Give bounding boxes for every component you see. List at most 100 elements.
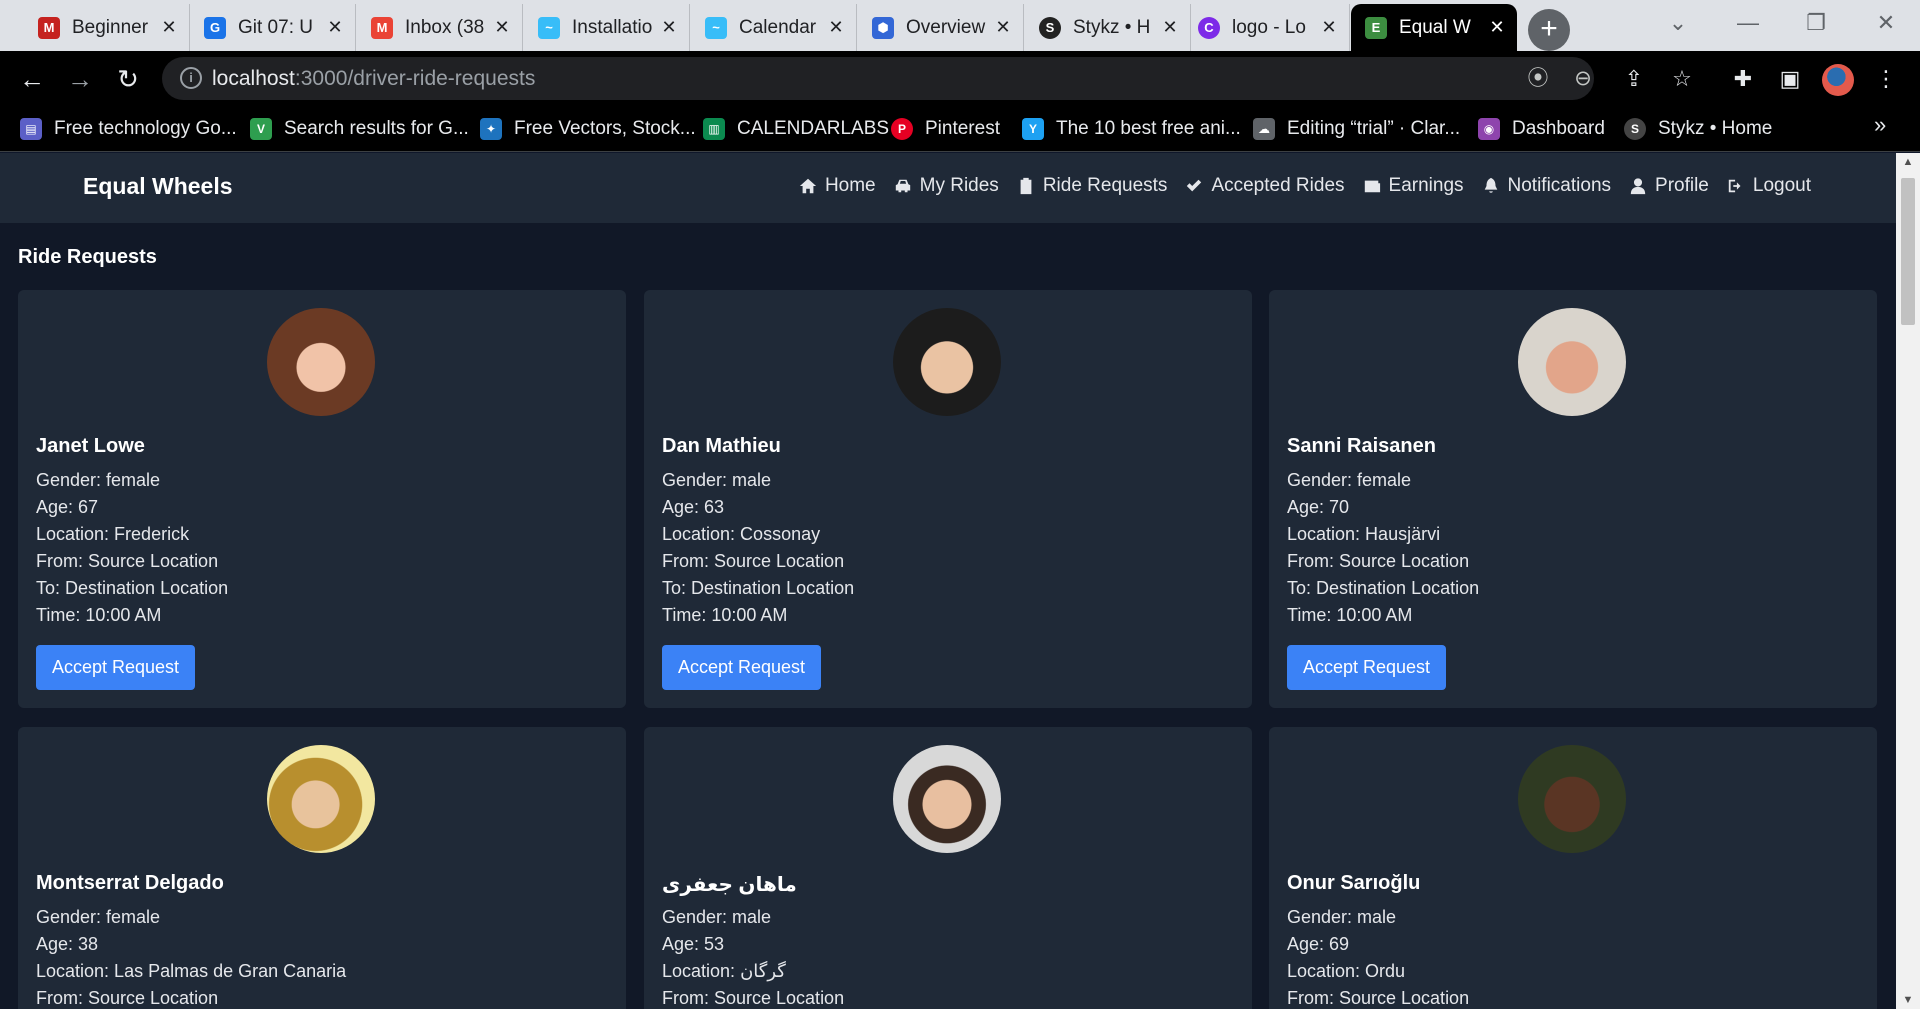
ride-request-card: Janet Lowe Gender: female Age: 67 Locati…: [18, 290, 626, 708]
browser-tab[interactable]: G Git 07: U ✕: [190, 4, 356, 51]
scrollbar-thumb[interactable]: [1901, 178, 1915, 325]
rider-location: Location: Hausjärvi: [1287, 524, 1441, 544]
share-icon[interactable]: ⇪: [1618, 63, 1650, 95]
nav-logout[interactable]: Logout: [1727, 175, 1811, 197]
rider-age: Age: 70: [1287, 497, 1350, 517]
zoom-icon[interactable]: ⊖: [1569, 65, 1597, 93]
clipboard-icon: [1017, 177, 1035, 195]
bookmark-item[interactable]: P Pinterest: [891, 115, 1000, 143]
location-pin-icon[interactable]: ⦿: [1524, 65, 1552, 93]
rider-name: Janet Lowe: [36, 435, 145, 457]
nav-profile[interactable]: Profile: [1629, 175, 1709, 197]
side-panel-icon[interactable]: ▣: [1774, 63, 1806, 95]
browser-tab[interactable]: ⬢ Overview ✕: [858, 4, 1024, 51]
nav-label: Earnings: [1388, 175, 1464, 196]
rider-age: Age: 69: [1287, 934, 1350, 954]
browser-tab[interactable]: ~ Calendar ✕: [691, 4, 857, 51]
vertical-scrollbar[interactable]: ▲ ▼: [1896, 153, 1920, 1009]
rider-location: Location: Ordu: [1287, 961, 1406, 981]
profile-avatar[interactable]: [1822, 64, 1854, 96]
bookmark-item[interactable]: ◉ Dashboard: [1478, 115, 1605, 143]
ride-from: From: Source Location: [662, 551, 845, 571]
nav-home[interactable]: Home: [799, 175, 876, 197]
ride-request-card: Montserrat Delgado Gender: female Age: 3…: [18, 727, 626, 1009]
browser-tab[interactable]: S Stykz • H ✕: [1025, 4, 1191, 51]
extensions-icon[interactable]: ✚: [1727, 63, 1759, 95]
cloud-icon: ☁: [1253, 118, 1275, 140]
ride-from: From: Source Location: [662, 988, 845, 1008]
restore-icon[interactable]: ❐: [1796, 8, 1836, 38]
browser-tab[interactable]: C logo - Lo ✕: [1184, 4, 1350, 51]
tab-title: Installatio: [572, 16, 653, 38]
forward-arrow-icon[interactable]: →: [62, 62, 98, 96]
accept-request-button[interactable]: Accept Request: [662, 645, 821, 690]
ride-from: From: Source Location: [1287, 988, 1470, 1008]
scroll-up-arrow-icon[interactable]: ▲: [1896, 153, 1920, 171]
bookmark-star-icon[interactable]: ☆: [1666, 63, 1698, 95]
bookmarks-overflow-icon[interactable]: »: [1874, 112, 1898, 138]
ride-request-card: Onur Sarıoğlu Gender: male Age: 69 Locat…: [1269, 727, 1877, 1009]
nav-notifications[interactable]: Notifications: [1482, 175, 1612, 197]
url-text[interactable]: localhost:3000/driver-ride-requests: [212, 67, 535, 91]
brand-logo-text[interactable]: Equal Wheels: [83, 173, 233, 200]
minimize-icon[interactable]: —: [1728, 8, 1768, 38]
nav-label: Notifications: [1507, 175, 1612, 196]
close-icon[interactable]: ✕: [492, 17, 512, 38]
reload-icon[interactable]: ↻: [110, 62, 146, 96]
close-icon[interactable]: ✕: [659, 17, 679, 38]
ride-time: Time: 10:00 AM: [36, 605, 162, 625]
info-icon[interactable]: i: [180, 67, 202, 89]
bookmark-item[interactable]: ✦ Free Vectors, Stock...: [480, 115, 696, 143]
rider-name: Sanni Raisanen: [1287, 435, 1436, 457]
accept-request-button[interactable]: Accept Request: [36, 645, 195, 690]
accept-request-button[interactable]: Accept Request: [1287, 645, 1446, 690]
tab-title: Calendar: [739, 16, 817, 38]
close-icon[interactable]: ✕: [1487, 17, 1507, 38]
app-icon: E: [1365, 16, 1387, 39]
nav-ride-requests[interactable]: Ride Requests: [1017, 175, 1167, 197]
bookmark-item[interactable]: ▥ CALENDARLABS: [703, 115, 889, 143]
nav-accepted-rides[interactable]: Accepted Rides: [1185, 175, 1345, 197]
menu-kebab-icon[interactable]: ⋮: [1870, 63, 1902, 95]
close-icon[interactable]: ✕: [826, 17, 846, 38]
close-icon[interactable]: ✕: [1319, 17, 1339, 38]
nav-my-rides[interactable]: My Rides: [894, 175, 999, 197]
tab-title: Inbox (38: [405, 16, 485, 38]
nav-earnings[interactable]: Earnings: [1363, 175, 1464, 197]
close-icon[interactable]: ✕: [1160, 17, 1180, 38]
close-icon[interactable]: ✕: [159, 17, 179, 38]
ride-request-card: ماهان جعفری Gender: male Age: 53 Locatio…: [644, 727, 1252, 1009]
bookmark-item[interactable]: ☁ Editing “trial” · Clar...: [1253, 115, 1460, 143]
close-icon[interactable]: ✕: [325, 17, 345, 38]
address-bar[interactable]: i localhost:3000/driver-ride-requests ⦿ …: [162, 57, 1594, 100]
rider-location: Location: Las Palmas de Gran Canaria: [36, 961, 347, 981]
tab-title: logo - Lo: [1232, 16, 1306, 38]
bookmark-label: CALENDARLABS: [737, 118, 890, 139]
bookmark-item[interactable]: V Search results for G...: [250, 115, 469, 143]
browser-tab[interactable]: M Beginner ✕: [24, 4, 190, 51]
tailwind-icon: ~: [538, 16, 560, 39]
ride-from: From: Source Location: [36, 551, 219, 571]
bookmark-favicon-icon: ▥: [703, 118, 725, 140]
nav-label: Home: [824, 175, 876, 196]
bookmark-item[interactable]: S Stykz • Home: [1624, 115, 1772, 143]
scroll-down-arrow-icon[interactable]: ▼: [1896, 991, 1920, 1009]
browser-tab[interactable]: ~ Installatio ✕: [524, 4, 690, 51]
browser-tab-active[interactable]: E Equal W ✕: [1351, 4, 1517, 51]
rider-location: Location: گرگان: [662, 961, 786, 981]
browser-tab[interactable]: M Inbox (38 ✕: [357, 4, 523, 51]
bookmark-item[interactable]: ▤ Free technology Go...: [20, 115, 237, 143]
bookmark-favicon-icon: V: [250, 118, 272, 140]
tab-title: Equal W: [1399, 16, 1471, 38]
back-arrow-icon[interactable]: ←: [14, 62, 50, 96]
check-icon: [1185, 177, 1203, 195]
close-icon[interactable]: ✕: [993, 17, 1013, 38]
tab-search-icon[interactable]: ⌄: [1658, 8, 1698, 38]
avatar: [893, 745, 1001, 853]
rider-gender: Gender: male: [1287, 907, 1397, 927]
car-icon: [894, 177, 912, 195]
bookmark-item[interactable]: Y The 10 best free ani...: [1022, 115, 1241, 143]
window-close-icon[interactable]: ✕: [1866, 8, 1906, 38]
new-tab-button[interactable]: +: [1528, 9, 1570, 51]
page-viewport: Equal Wheels Home My Rides Ride Requests…: [0, 153, 1920, 1009]
